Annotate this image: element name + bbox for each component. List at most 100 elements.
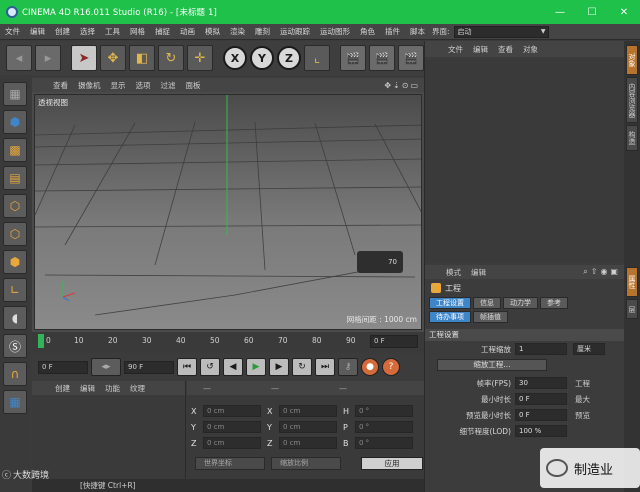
frame-stepper-button[interactable]: ◂▸ — [91, 358, 121, 376]
size-z-field[interactable]: 0 cm — [279, 437, 337, 449]
play-button[interactable]: ▶ — [246, 358, 266, 376]
material-menu-function[interactable]: 功能 — [100, 383, 125, 394]
attribute-menu-mode[interactable]: 模式 — [441, 267, 466, 278]
tab-project-settings[interactable]: 工程设置 — [429, 297, 471, 309]
prev-frame-button[interactable]: ◀ — [223, 358, 243, 376]
position-z-field[interactable]: 0 cm — [203, 437, 261, 449]
project-scale-unit-select[interactable]: 厘米 — [573, 343, 605, 355]
coordinate-space-select[interactable]: 世界坐标 — [195, 457, 265, 470]
rotation-h-field[interactable]: 0 ° — [355, 405, 413, 417]
points-mode-button[interactable]: ⬡ — [3, 194, 27, 218]
record-keys-button[interactable]: ⚷ — [338, 358, 358, 376]
menu-create[interactable]: 创建 — [50, 26, 75, 37]
menu-mesh[interactable]: 网格 — [125, 26, 150, 37]
go-to-end-button[interactable]: ⏭ — [315, 358, 335, 376]
menu-select[interactable]: 选择 — [75, 26, 100, 37]
perspective-viewport[interactable]: 透视视图 70 网格间距 : 1000 cm — [34, 94, 422, 330]
timeline[interactable]: 0 10 20 30 40 50 60 70 80 90 0 F — [32, 332, 424, 352]
attribute-nav-icons[interactable]: ⌕⇧◉▣ — [583, 267, 621, 277]
menu-render[interactable]: 渲染 — [225, 26, 250, 37]
viewport-hud-field[interactable]: 70 — [357, 251, 403, 273]
project-scale-field[interactable]: 1 — [515, 343, 567, 355]
edges-mode-button[interactable]: ⬡ — [3, 222, 27, 246]
go-to-start-button[interactable]: ⏮ — [177, 358, 197, 376]
next-frame-button[interactable]: ▶ — [269, 358, 289, 376]
next-key-button[interactable]: ↻ — [292, 358, 312, 376]
recent-tool-button[interactable]: ✛ — [187, 45, 213, 71]
live-selection-button[interactable]: ➤ — [71, 45, 97, 71]
texture-mode-button[interactable]: ▩ — [3, 138, 27, 162]
viewport-menu-view[interactable]: 查看 — [48, 80, 73, 91]
rotation-b-field[interactable]: 0 ° — [355, 437, 413, 449]
side-tab-content-browser[interactable]: 内容浏览器 — [626, 77, 638, 123]
maximize-button[interactable]: ☐ — [576, 0, 608, 24]
close-button[interactable]: ✕ — [608, 0, 640, 24]
model-mode-button[interactable]: ⬢ — [3, 110, 27, 134]
material-menu-edit[interactable]: 编辑 — [75, 383, 100, 394]
menu-script[interactable]: 脚本 — [405, 26, 430, 37]
menu-snap[interactable]: 捕捉 — [150, 26, 175, 37]
render-view-button[interactable]: 🎬 — [340, 45, 366, 71]
axis-mode-button[interactable]: ∟ — [3, 278, 27, 302]
side-tab-structure[interactable]: 构造 — [626, 125, 638, 151]
minimize-button[interactable]: — — [544, 0, 576, 24]
render-picture-viewer-button[interactable]: 🎬 — [369, 45, 395, 71]
lod-field[interactable]: 100 % — [515, 425, 567, 437]
workplane-mode-button[interactable]: ▤ — [3, 166, 27, 190]
side-tab-layers[interactable]: 层 — [626, 299, 638, 319]
size-x-field[interactable]: 0 cm — [279, 405, 337, 417]
object-menu-objects[interactable]: 对象 — [518, 44, 543, 55]
menu-file[interactable]: 文件 — [0, 26, 25, 37]
redo-button[interactable]: ▸ — [35, 45, 61, 71]
object-menu-view[interactable]: 查看 — [493, 44, 518, 55]
material-menu-create[interactable]: 创建 — [50, 383, 75, 394]
menu-character[interactable]: 角色 — [355, 26, 380, 37]
current-frame-field[interactable]: 0 F — [370, 335, 418, 348]
viewport-navigation-icons[interactable]: ✥⇣⊙▭ — [384, 81, 420, 90]
min-time-field[interactable]: 0 F — [515, 393, 567, 405]
menu-simulate[interactable]: 模拟 — [200, 26, 225, 37]
fps-field[interactable]: 30 — [515, 377, 567, 389]
position-x-field[interactable]: 0 cm — [203, 405, 261, 417]
tab-todo[interactable]: 待办事项 — [429, 311, 471, 323]
object-list[interactable] — [425, 59, 625, 263]
coordinate-system-button[interactable]: ⌞ — [304, 45, 330, 71]
tweak-mode-button[interactable]: ◖ — [3, 306, 27, 330]
scale-project-button[interactable]: 缩放工程... — [437, 359, 547, 371]
attribute-menu-edit[interactable]: 编辑 — [466, 267, 491, 278]
move-tool-button[interactable]: ✥ — [100, 45, 126, 71]
workplane-grid-button[interactable]: ▦ — [3, 390, 27, 414]
object-menu-edit[interactable]: 编辑 — [468, 44, 493, 55]
snap-button[interactable]: Ⓢ — [3, 334, 27, 358]
viewport-menu-display[interactable]: 显示 — [106, 80, 131, 91]
apply-button[interactable]: 应用 — [361, 457, 423, 470]
y-axis-button[interactable]: Y — [250, 46, 274, 70]
menu-plugins[interactable]: 插件 — [380, 26, 405, 37]
viewport-menu-camera[interactable]: 摄像机 — [73, 80, 106, 91]
object-menu-file[interactable]: 文件 — [443, 44, 468, 55]
scale-tool-button[interactable]: ◧ — [129, 45, 155, 71]
material-menu-texture[interactable]: 纹理 — [125, 383, 150, 394]
viewport-menu-options[interactable]: 选项 — [131, 80, 156, 91]
viewport-menu-panel[interactable]: 面板 — [181, 80, 206, 91]
scale-mode-select[interactable]: 缩放比例 — [271, 457, 341, 470]
tab-reference[interactable]: 参考 — [540, 297, 568, 309]
size-y-field[interactable]: 0 cm — [279, 421, 337, 433]
tab-info[interactable]: 信息 — [473, 297, 501, 309]
z-axis-button[interactable]: Z — [277, 46, 301, 70]
menu-sculpt[interactable]: 雕刻 — [250, 26, 275, 37]
menu-mograph[interactable]: 运动图形 — [315, 26, 355, 37]
make-editable-button[interactable]: ▦ — [3, 82, 27, 106]
polygons-mode-button[interactable]: ⬢ — [3, 250, 27, 274]
menu-tools[interactable]: 工具 — [100, 26, 125, 37]
start-frame-field[interactable]: 0 F — [38, 360, 88, 374]
viewport-menu-filter[interactable]: 过滤 — [156, 80, 181, 91]
prev-key-button[interactable]: ↺ — [200, 358, 220, 376]
autokey-button[interactable]: ● — [361, 358, 379, 376]
x-axis-button[interactable]: X — [223, 46, 247, 70]
layout-select[interactable]: 启动 ▼ — [453, 25, 549, 38]
preview-min-field[interactable]: 0 F — [515, 409, 567, 421]
side-tab-objects[interactable]: 对象 — [626, 45, 638, 75]
rotation-p-field[interactable]: 0 ° — [355, 421, 413, 433]
undo-button[interactable]: ◂ — [6, 45, 32, 71]
